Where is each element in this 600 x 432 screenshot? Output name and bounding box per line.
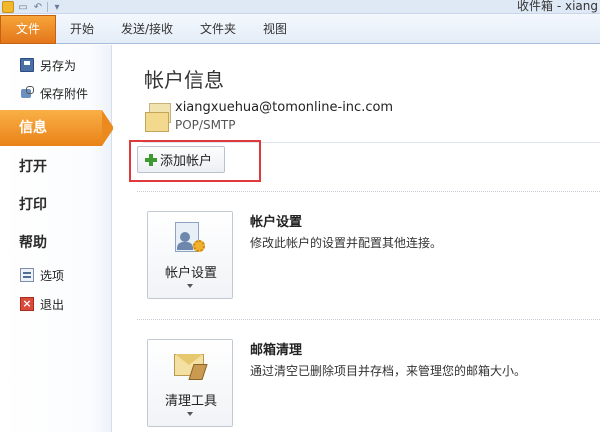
tab-send-receive[interactable]: 发送/接收 [121,15,173,44]
options-icon [20,268,34,282]
nav-help-label: 帮助 [19,235,47,251]
save-as-icon [20,58,34,72]
tab-file[interactable]: 文件 [0,15,56,44]
nav-options-label: 选项 [40,268,65,283]
quick-access-toolbar: ▭ ↶ ▾ [0,0,63,14]
account-email: xiangxuehua@tomonline-inc.com [175,100,394,115]
nav-print[interactable]: 打印 [0,187,112,221]
nav-save-as[interactable]: 另存为 [0,53,112,77]
account-settings-button-label: 帐户设置 [164,266,217,281]
tab-home[interactable]: 开始 [70,15,94,44]
nav-save-attachments[interactable]: 保存附件 [0,81,112,105]
nav-info-label: 信息 [19,120,47,136]
account-info-panel: 帐户信息 xiangxuehua@tomonline-inc.com POP/S… [113,45,600,432]
attachment-icon [20,86,34,100]
nav-print-label: 打印 [19,197,47,213]
mailbox-cleanup-title: 邮箱清理 [250,343,303,358]
account-settings-icon [173,222,207,256]
send-receive-icon[interactable]: ▭ [17,2,29,13]
cleanup-tools-button-label: 清理工具 [164,394,217,409]
undo-icon[interactable]: ↶ [32,2,44,13]
nav-help[interactable]: 帮助 [0,225,112,259]
qat-separator [47,2,48,12]
window-title: 收件箱 - xiang [517,0,598,13]
nav-save-as-label: 另存为 [40,58,77,73]
nav-info[interactable]: 信息 [0,110,120,146]
plus-icon [145,153,157,166]
add-account-button[interactable]: 添加帐户 [137,146,225,173]
account-settings-button[interactable]: 帐户设置 [147,211,233,299]
outlook-app-icon[interactable] [2,1,14,13]
page-title: 帐户信息 [144,68,224,92]
mailbox-cleanup-description: 通过清空已删除项目并存档，来管理您的邮箱大小。 [250,364,527,378]
section-divider [137,191,600,192]
nav-exit[interactable]: × 退出 [0,292,112,316]
nav-exit-label: 退出 [40,297,65,312]
mailbox-icon [143,103,173,133]
nav-open[interactable]: 打开 [0,149,112,183]
nav-options[interactable]: 选项 [0,263,112,287]
account-selector[interactable]: xiangxuehua@tomonline-inc.com POP/SMTP [143,97,600,143]
nav-open-label: 打开 [19,159,47,175]
qat-dropdown-icon[interactable]: ▾ [51,2,63,13]
section-divider [137,319,600,320]
tab-view[interactable]: 视图 [263,15,287,44]
add-account-label: 添加帐户 [160,154,213,169]
backstage-nav: 另存为 保存附件 信息 打开 打印 帮助 选项 × 退出 [0,45,114,432]
cleanup-tools-button[interactable]: 清理工具 [147,339,233,427]
cleanup-tools-icon [173,350,208,384]
ribbon-tab-bar: 文件 开始 发送/接收 文件夹 视图 [0,14,600,44]
tab-folder[interactable]: 文件夹 [200,15,236,44]
chevron-down-icon [187,412,193,416]
chevron-down-icon [187,284,193,288]
exit-icon: × [20,297,34,311]
account-type: POP/SMTP [175,118,236,132]
account-settings-title: 帐户设置 [250,215,303,230]
title-bar: ▭ ↶ ▾ 收件箱 - xiang [0,0,600,14]
nav-info-highlight [0,110,102,146]
nav-save-attachments-label: 保存附件 [40,86,89,101]
account-settings-description: 修改此帐户的设置并配置其他连接。 [250,236,443,250]
